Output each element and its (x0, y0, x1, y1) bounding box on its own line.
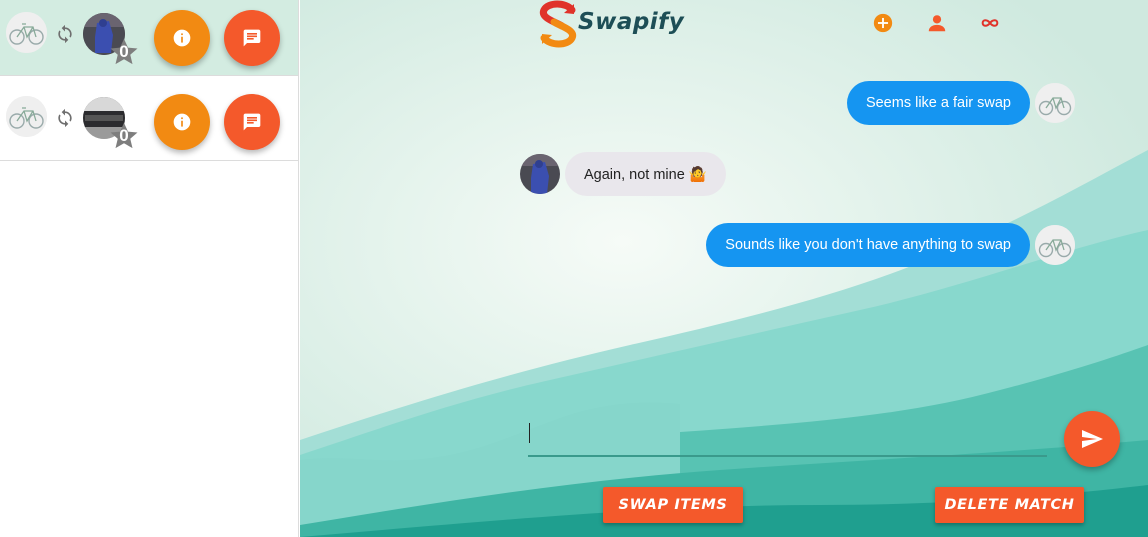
add-circle-icon[interactable] (872, 12, 894, 34)
bicycle-icon (1035, 83, 1075, 123)
message-bubble: Again, not mine 🤷 (565, 152, 726, 196)
message-sent: Sounds like you don't have anything to s… (706, 223, 1075, 267)
send-button[interactable] (1064, 411, 1120, 467)
partner-photo (520, 154, 560, 194)
info-icon (173, 29, 191, 47)
delete-match-button[interactable]: Delete match (935, 487, 1084, 523)
matches-sidebar: 0 0 (0, 0, 299, 537)
partner-profile[interactable]: 0 (83, 13, 139, 69)
message-received: Again, not mine 🤷 (520, 152, 726, 196)
open-chat-button[interactable] (224, 94, 280, 150)
message-bubble: Seems like a fair swap (846, 81, 1030, 125)
my-avatar (1035, 225, 1075, 265)
info-icon (173, 113, 191, 131)
match-info-button[interactable] (154, 94, 210, 150)
bicycle-icon (6, 12, 47, 53)
infinity-icon[interactable] (979, 12, 1001, 34)
partner-profile[interactable]: 0 (83, 97, 139, 153)
match-row[interactable]: 0 (0, 0, 298, 76)
message-bubble: Sounds like you don't have anything to s… (706, 223, 1030, 267)
input-underline (528, 455, 1047, 457)
partner-avatar (520, 154, 560, 194)
sync-icon (58, 24, 72, 44)
swapify-logo[interactable]: Swapify (536, 0, 684, 50)
rating-count: 0 (119, 126, 129, 145)
message-input[interactable] (528, 418, 1047, 452)
app-name: Swapify (578, 9, 685, 35)
match-row[interactable]: 0 (0, 76, 298, 161)
my-avatar (1035, 83, 1075, 123)
my-item-thumbnail (6, 12, 47, 53)
text-caret (529, 423, 530, 443)
bicycle-icon (1035, 225, 1075, 265)
person-icon[interactable] (926, 12, 948, 34)
top-navigation: Swapify (300, 0, 1148, 50)
sync-icon (58, 108, 72, 128)
swap-items-button[interactable]: Swap items (603, 487, 743, 523)
rating-count: 0 (119, 42, 129, 61)
send-icon (1082, 430, 1103, 448)
chat-icon (243, 113, 261, 131)
message-sent: Seems like a fair swap (846, 81, 1075, 125)
chat-icon (243, 29, 261, 47)
my-item-thumbnail (6, 96, 47, 137)
open-chat-button[interactable] (224, 10, 280, 66)
chat-panel: Swapify Seems like a fair swap Again, no… (300, 0, 1148, 537)
bicycle-icon (6, 96, 47, 137)
match-info-button[interactable] (154, 10, 210, 66)
logo-swap-s-icon (539, 0, 577, 48)
